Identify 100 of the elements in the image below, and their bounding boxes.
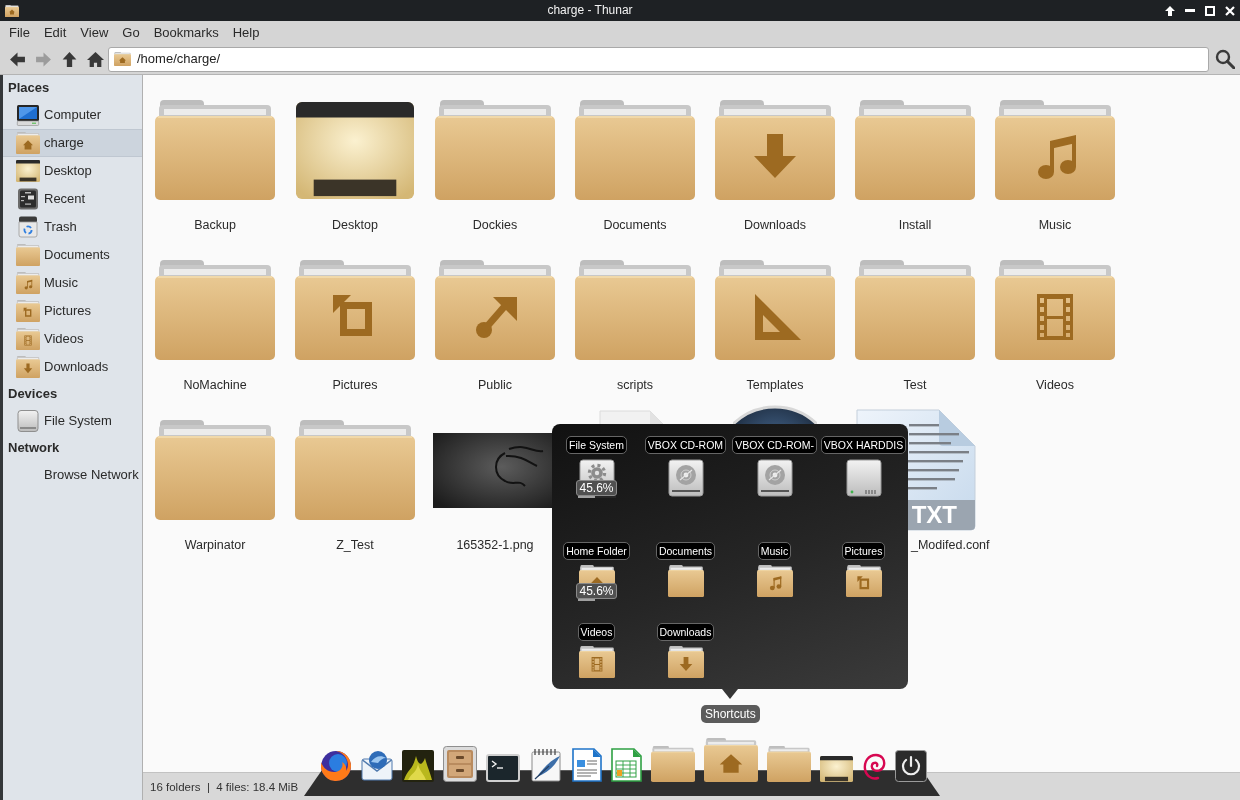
back-arrow-icon[interactable] — [9, 50, 26, 68]
folder-film-strip-icon[interactable] — [578, 646, 615, 678]
sidebar-item[interactable]: Music — [3, 269, 142, 297]
folder-icon[interactable] — [667, 565, 704, 597]
menu-item[interactable]: Bookmarks — [146, 24, 226, 41]
desktop-icon — [16, 160, 40, 182]
clock-icon — [16, 188, 40, 210]
sidebar-item[interactable]: Pictures — [3, 297, 142, 325]
monitor-icon — [16, 104, 40, 126]
file-name: Warpinator — [184, 537, 246, 553]
menu-item[interactable]: File — [2, 24, 37, 41]
home-icon[interactable] — [87, 50, 104, 68]
shortcut-label[interactable]: Downloads — [656, 623, 715, 641]
file-name: Install — [898, 217, 932, 233]
folder-share-icon[interactable] — [435, 260, 555, 360]
file-name: Documents — [603, 217, 667, 233]
menu-item[interactable]: Edit — [36, 24, 74, 41]
sidebar-item[interactable]: Videos — [3, 325, 142, 353]
section-header: Devices — [8, 386, 58, 402]
disc-drive-icon[interactable] — [756, 459, 793, 497]
folder-house-icon — [114, 52, 131, 66]
folder-music-note-icon[interactable] — [756, 565, 793, 597]
sidebar-item[interactable]: Browse Network — [3, 461, 142, 489]
sidebar-item[interactable]: File System — [3, 407, 142, 435]
trash-icon — [16, 216, 40, 238]
folder-house-icon — [5, 4, 19, 17]
file-name: Z_Test — [336, 537, 374, 553]
shortcut-label[interactable]: VBOX HARDDIS — [820, 436, 907, 454]
notepad-quill-icon[interactable] — [529, 748, 563, 782]
menu-item[interactable]: Help — [225, 24, 267, 41]
hard-drive-icon[interactable] — [845, 459, 882, 497]
file-name: Templates — [746, 377, 804, 393]
up-arrow-icon[interactable] — [61, 50, 78, 68]
shortcut-label[interactable]: VBOX CD-ROM — [644, 436, 727, 454]
shortcut-label[interactable]: Home Folder — [563, 542, 630, 560]
desktop-icon[interactable] — [820, 756, 853, 782]
section-header: Network — [8, 440, 60, 456]
close-icon[interactable] — [1225, 5, 1235, 16]
drive-gear-icon[interactable] — [578, 459, 615, 480]
usage-label: 45.6% — [576, 583, 617, 599]
shortcut-label[interactable]: VBOX CD-ROM- — [732, 436, 817, 454]
file-name: Desktop — [332, 217, 378, 233]
swirl-icon[interactable] — [862, 752, 886, 782]
file-name: Public — [477, 377, 512, 393]
sidebar-item[interactable]: Downloads — [3, 353, 142, 381]
file-name: Dockies — [472, 217, 518, 233]
file-name: Videos — [1036, 377, 1074, 393]
drive-icon — [16, 410, 40, 432]
power-icon[interactable] — [895, 750, 927, 782]
file-name: NoMachine — [183, 377, 247, 393]
shortcut-label[interactable]: Pictures — [841, 542, 886, 560]
round-image-thumbnail[interactable] — [733, 405, 817, 424]
folder-picture-frame-icon — [16, 300, 40, 322]
file-name: Downloads — [744, 217, 806, 233]
folder-house-icon — [16, 132, 40, 154]
file-name: Pictures — [332, 377, 378, 393]
terminal-icon[interactable] — [486, 754, 520, 782]
file-name: _Modifed.conf — [911, 537, 990, 553]
folder-down-arrow-icon[interactable] — [667, 646, 704, 678]
shortcut-label[interactable]: File System — [566, 436, 627, 454]
section-header: Places — [8, 80, 50, 96]
sidebar-item[interactable]: Trash — [3, 213, 142, 241]
folder-picture-frame-icon[interactable] — [845, 565, 882, 597]
sidebar-item[interactable]: charge — [3, 129, 142, 157]
maximize-icon[interactable] — [1205, 5, 1215, 16]
folder-music-note-icon — [16, 272, 40, 294]
popup-pointer-icon — [722, 689, 738, 699]
desktop-icon[interactable] — [296, 101, 414, 199]
folder-set-square-icon[interactable] — [715, 260, 835, 360]
sidebar-item[interactable]: Computer — [3, 101, 142, 129]
sidebar-item[interactable]: Recent — [3, 185, 142, 213]
search-icon[interactable] — [1215, 49, 1235, 69]
window-title: charge - Thunar — [547, 3, 633, 18]
file-name: scripts — [616, 377, 654, 393]
menu-item[interactable]: View — [73, 24, 116, 41]
cabinet-icon[interactable] — [443, 746, 477, 782]
folder-film-strip-icon — [16, 328, 40, 350]
shortcut-label[interactable]: Documents — [655, 542, 716, 560]
dock-tooltip: Shortcuts — [701, 705, 760, 723]
sidebar-item[interactable]: Documents — [3, 241, 142, 269]
menu-item[interactable]: Go — [115, 24, 147, 41]
status-text: 16 folders | 4 files: 18.4 MiB — [150, 779, 299, 794]
document-icon[interactable] — [572, 748, 602, 782]
shortcut-label[interactable]: Videos — [577, 623, 616, 641]
folder-icon — [16, 244, 40, 266]
file-name: 165352-1.png — [456, 537, 534, 553]
envelope-icon[interactable] — [361, 750, 393, 782]
file-name: Test — [903, 377, 927, 393]
shortcut-label[interactable]: Music — [757, 542, 792, 560]
location-field[interactable]: /home/charge/ — [108, 46, 1209, 72]
image-icon[interactable] — [402, 750, 434, 782]
file-type-label: TXT — [911, 501, 957, 529]
globe-icon[interactable] — [320, 750, 352, 782]
sidebar-item[interactable]: Desktop — [3, 157, 142, 185]
arrow-up-icon[interactable] — [1165, 5, 1175, 16]
disc-drive-icon[interactable] — [667, 459, 704, 497]
spreadsheet-icon[interactable] — [611, 748, 642, 782]
file-name: Backup — [194, 217, 236, 233]
usage-label: 45.6% — [576, 480, 617, 496]
file-name: Music — [1038, 217, 1072, 233]
